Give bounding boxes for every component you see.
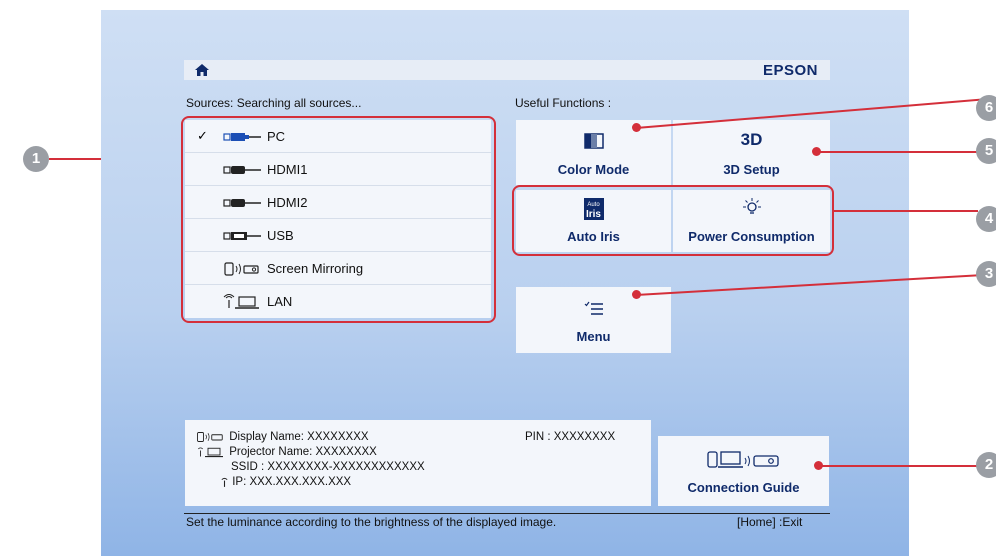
pc-connector-icon [223,133,261,141]
source-item-lan[interactable]: LAN [185,285,491,318]
callout-badge-4: 4 [976,206,996,232]
lan-icon [223,294,259,309]
source-item-usb[interactable]: USB [185,219,491,252]
screen-mirroring-icon [197,432,223,442]
source-label: LAN [267,294,293,309]
3d-setup-tile[interactable]: 3D 3D Setup [673,120,830,185]
callout-badge-5: 5 [976,138,996,164]
menu-label: Menu [576,329,611,344]
callout-badge-1: 1 [23,146,49,172]
network-info-panel: Display Name: XXXXXXXX PIN : XXXXXXXX Pr… [185,420,651,506]
source-item-hdmi1[interactable]: HDMI1 [185,153,491,186]
projector-home-screen: EPSON Sources: Searching all sources... … [101,10,909,556]
source-label: HDMI2 [267,195,308,210]
source-label: HDMI1 [267,162,308,177]
auto-iris-power-highlight [512,185,834,256]
check-icon: ✓ [197,128,208,143]
screen-mirroring-icon [224,262,259,276]
projector-name: Projector Name: XXXXXXXX [229,446,377,459]
color-mode-label: Color Mode [557,162,630,177]
pin: PIN : XXXXXXXX [525,431,616,443]
source-item-pc[interactable]: ✓ PC [185,120,491,153]
source-item-screen-mirroring[interactable]: Screen Mirroring [185,252,491,285]
color-mode-tile[interactable]: Color Mode [516,120,671,185]
callout-line-2 [818,465,978,467]
hdmi-connector-icon [223,166,261,174]
callout-badge-2: 2 [976,452,996,478]
source-item-hdmi2[interactable]: HDMI2 [185,186,491,219]
source-list: ✓ PC HDMI1 HDMI2 USB Screen Mirroring LA… [185,120,491,318]
exit-hint: [Home] :Exit [737,515,803,529]
projector-name-row: Projector Name: XXXXXXXX [196,446,377,458]
ip-address: IP: XXX.XXX.XXX.XXX [232,476,352,488]
3d-setup-label: 3D Setup [723,162,780,177]
status-divider [184,513,830,514]
ip-row: IP: XXX.XXX.XXX.XXX [220,476,351,488]
hdmi-connector-icon [223,199,261,207]
3d-icon: 3D [740,130,763,149]
display-name: Display Name: XXXXXXXX [229,431,369,444]
callout-line-4 [834,210,978,212]
usb-connector-icon [223,232,261,240]
wireless-antenna-icon [221,478,228,488]
display-name-row: Display Name: XXXXXXXX [196,431,369,443]
source-label: USB [267,228,294,243]
home-icon[interactable] [194,62,210,78]
callout-badge-3: 3 [976,261,996,287]
lan-icon [197,447,223,458]
source-label: PC [267,129,286,144]
callout-line-5 [816,151,978,153]
ssid: SSID : XXXXXXXX-XXXXXXXXXXXX [231,461,425,473]
color-mode-icon [583,133,604,149]
connection-guide-label: Connection Guide [687,480,800,495]
connection-guide-tile[interactable]: Connection Guide [658,436,829,506]
status-message: Set the luminance according to the brigh… [186,515,557,529]
menu-tile[interactable]: Menu [516,287,671,353]
connection-guide-icon [706,451,779,468]
menu-list-icon [584,301,603,315]
sources-title: Sources: Searching all sources... [186,96,362,110]
functions-title: Useful Functions : [515,96,612,110]
top-bar: EPSON [184,60,830,80]
callout-badge-6: 6 [976,95,996,121]
epson-logo: EPSON [762,62,818,79]
source-label: Screen Mirroring [267,261,364,276]
